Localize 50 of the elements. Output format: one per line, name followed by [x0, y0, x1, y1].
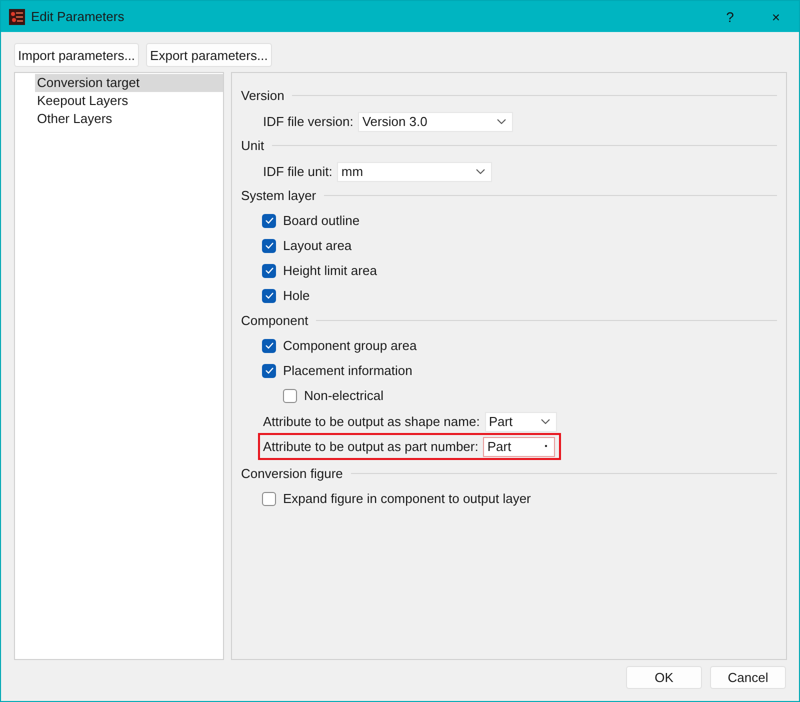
checkmark-icon	[264, 267, 274, 274]
checkbox-label: Component group area	[283, 338, 417, 353]
checkmark-icon	[264, 292, 274, 299]
checkbox[interactable]	[262, 264, 276, 278]
field-label: Attribute to be output as part number:	[263, 439, 478, 454]
toolbar-button[interactable]: Export parameters...	[146, 43, 272, 67]
caret-icon	[545, 445, 548, 448]
checkbox-label: Expand figure in component to output layer	[283, 491, 531, 506]
dropdown[interactable]: Part	[484, 412, 557, 432]
checkbox[interactable]	[262, 214, 276, 228]
field-label: IDF file version:	[263, 114, 354, 129]
checkbox-label: Hole	[283, 288, 310, 303]
checkmark-icon	[264, 217, 274, 224]
close-button[interactable]: ×	[753, 1, 799, 32]
section-title: Conversion figure	[241, 466, 343, 481]
tree-item[interactable]: Keepout Layers	[35, 92, 223, 110]
checkmark-icon	[264, 342, 274, 349]
checkmark-icon	[264, 367, 274, 374]
chevron-down-icon	[476, 169, 486, 174]
dropdown[interactable]: Version 3.0	[358, 112, 514, 132]
checkbox-label: Board outline	[283, 213, 360, 228]
dropdown[interactable]: mm	[337, 162, 492, 182]
checkbox[interactable]	[262, 492, 276, 506]
window-title: Edit Parameters	[31, 9, 126, 24]
tree-item[interactable]: Conversion target	[35, 74, 223, 92]
section-title: Component	[241, 313, 308, 328]
checkbox-label: Placement information	[283, 363, 412, 378]
toolbar-button[interactable]: Import parameters...	[14, 43, 140, 67]
checkbox[interactable]	[283, 388, 297, 402]
help-button[interactable]: ?	[707, 1, 753, 32]
checkbox[interactable]	[262, 364, 276, 378]
section-title: Version	[241, 88, 284, 103]
checkbox-label: Height limit area	[283, 263, 377, 278]
section-title: Unit	[241, 138, 264, 153]
checkbox[interactable]	[262, 238, 276, 252]
app-icon	[9, 8, 25, 24]
checkbox[interactable]	[262, 288, 276, 302]
chevron-down-icon	[540, 419, 550, 424]
dropdown[interactable]: Part	[483, 436, 556, 456]
cancel-button[interactable]: Cancel	[710, 666, 786, 689]
checkbox-label: Layout area	[283, 238, 352, 253]
field-label: Attribute to be output as shape name:	[263, 414, 480, 429]
checkbox-label: Non-electrical	[304, 388, 384, 403]
checkbox[interactable]	[262, 338, 276, 352]
chevron-down-icon	[497, 119, 506, 124]
section-title: System layer	[241, 188, 316, 203]
checkmark-icon	[264, 242, 274, 249]
field-label: IDF file unit:	[263, 164, 332, 179]
tree-item[interactable]: Other Layers	[35, 110, 223, 128]
ok-button[interactable]: OK	[626, 666, 702, 689]
